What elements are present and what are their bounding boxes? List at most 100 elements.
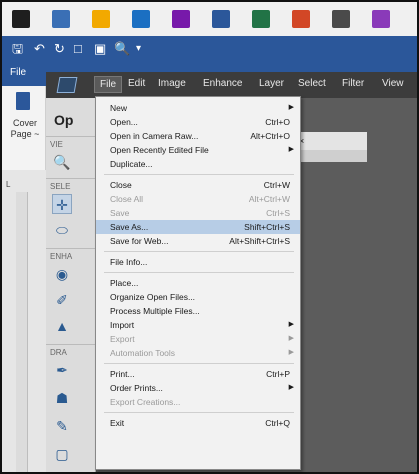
menu-edit[interactable]: Edit <box>128 78 145 89</box>
new-doc-icon[interactable]: □ <box>74 41 82 57</box>
menu-item-open[interactable]: Open... Ctrl+O <box>96 115 300 129</box>
paint-bucket-icon[interactable]: ☗ <box>52 388 72 408</box>
menu-item-label: Process Multiple Files... <box>110 306 200 316</box>
brush-tool-icon[interactable]: ✒ <box>52 360 72 380</box>
outlook-icon[interactable] <box>132 10 150 28</box>
zoom-icon[interactable]: 🔍 <box>114 41 130 57</box>
menu-item-organize-open-files[interactable]: Organize Open Files... <box>96 290 300 304</box>
pen-tool-icon[interactable] <box>52 10 70 28</box>
menu-item-label: Open... <box>110 117 138 127</box>
menu-item-shortcut: Ctrl+Q <box>265 418 290 428</box>
zoom-tool-icon[interactable]: 🔍 <box>52 152 72 172</box>
menu-item-label: Order Prints... <box>110 383 163 393</box>
menu-item-close-all: Close All Alt+Ctrl+W <box>96 192 300 206</box>
menu-item-shortcut: Ctrl+P <box>266 369 290 379</box>
tab-file[interactable]: File <box>10 67 26 78</box>
cover-page-icon[interactable] <box>16 92 30 110</box>
menu-item-open-recently-edited-file[interactable]: Open Recently Edited File ▶ <box>96 143 300 157</box>
menu-item-label: Close <box>110 180 132 190</box>
skype-icon[interactable] <box>372 10 390 28</box>
menu-item-close[interactable]: Close Ctrl+W <box>96 178 300 192</box>
menu-item-label: Save As... <box>110 222 149 232</box>
draw-section-label: DRA <box>50 348 67 357</box>
menu-item-label: Export Creations... <box>110 397 181 407</box>
menu-item-shortcut: Alt+Ctrl+O <box>250 131 290 141</box>
menu-item-export-creations: Export Creations... <box>96 395 300 409</box>
menu-item-save-as[interactable]: Save As... Shift+Ctrl+S <box>96 220 300 234</box>
submenu-arrow-icon: ▶ <box>288 349 294 356</box>
undo-icon[interactable]: ↶ <box>34 41 45 57</box>
menu-item-label: Open in Camera Raw... <box>110 131 199 141</box>
enhance-section-label: ENHA <box>50 252 73 261</box>
submenu-arrow-icon: ▶ <box>288 146 294 153</box>
powerpoint-icon[interactable] <box>292 10 310 28</box>
redo-icon[interactable]: ↻ <box>54 41 65 57</box>
menu-item-file-info[interactable]: File Info... <box>96 255 300 269</box>
menu-image[interactable]: Image <box>158 78 186 89</box>
menu-item-process-multiple-files[interactable]: Process Multiple Files... <box>96 304 300 318</box>
divider <box>46 178 96 179</box>
menu-view[interactable]: View <box>382 78 404 89</box>
red-eye-tool-icon[interactable]: ◉ <box>52 264 72 284</box>
menu-file[interactable]: File <box>94 76 123 93</box>
shape-tool-icon[interactable]: ▢ <box>52 444 72 464</box>
calculator-icon[interactable] <box>332 10 350 28</box>
pse-tools-panel: Op VIE 🔍 SELE ✛ ⬭ ENHA ◉ ✐ ▲ DRA ✒ ☗ ✎ ▢ <box>46 98 96 472</box>
menu-item-new[interactable]: New ▶ <box>96 101 300 115</box>
menu-item-save-for-web[interactable]: Save for Web... Alt+Shift+Ctrl+S <box>96 234 300 248</box>
excel-icon[interactable] <box>252 10 270 28</box>
menu-item-label: New <box>110 103 128 113</box>
divider <box>46 344 96 345</box>
menu-item-import[interactable]: Import ▶ <box>96 318 300 332</box>
paint-icon[interactable] <box>92 10 110 28</box>
menu-item-label: Export <box>110 334 135 344</box>
taskbar <box>2 2 417 36</box>
menu-item-label: Print... <box>110 369 135 379</box>
move-tool-icon[interactable]: ✛ <box>52 194 72 214</box>
menu-enhance[interactable]: Enhance <box>203 78 242 89</box>
cover-page-button[interactable]: Cover Page ~ <box>6 118 44 140</box>
menu-item-label: Import <box>110 320 135 330</box>
menu-item-duplicate[interactable]: Duplicate... <box>96 157 300 171</box>
menu-item-shortcut: Alt+Shift+Ctrl+S <box>229 236 290 246</box>
menu-item-order-prints[interactable]: Order Prints... ▶ <box>96 381 300 395</box>
save-icon[interactable]: 🖫 <box>12 41 23 57</box>
menu-item-shortcut: Ctrl+W <box>263 180 290 190</box>
menu-separator <box>104 251 294 252</box>
menu-item-label: Exit <box>110 418 125 428</box>
print-preview-icon[interactable]: ▣ <box>94 41 106 57</box>
menu-item-save: Save Ctrl+S <box>96 206 300 220</box>
menu-separator <box>104 272 294 273</box>
menu-filter[interactable]: Filter <box>342 78 364 89</box>
menu-item-label: Open Recently Edited File <box>110 145 209 155</box>
word-icon[interactable] <box>212 10 230 28</box>
word-ribbon: Cover Page ~ <box>2 86 46 170</box>
menu-item-automation-tools: Automation Tools ▶ <box>96 346 300 360</box>
lasso-tool-icon[interactable]: ⬭ <box>52 220 72 240</box>
menu-item-print[interactable]: Print... Ctrl+P <box>96 367 300 381</box>
pse-logo-icon <box>56 77 78 93</box>
word-document-area: L <box>2 170 46 472</box>
pse-menubar: File Edit Image Enhance Layer Select Fil… <box>46 72 417 98</box>
word-title-bar: 🖫 ↶ ↻ □ ▣ 🔍 ▾ <box>2 36 417 62</box>
pencil-tool-icon[interactable]: ✎ <box>52 416 72 436</box>
menu-item-export: Export ▶ <box>96 332 300 346</box>
ruler-tab-stop: L <box>6 180 11 189</box>
menu-item-place[interactable]: Place... <box>96 276 300 290</box>
menu-item-shortcut: Alt+Ctrl+W <box>248 194 290 204</box>
menu-item-open-in-camera-raw[interactable]: Open in Camera Raw... Alt+Ctrl+O <box>96 129 300 143</box>
menu-separator <box>104 412 294 413</box>
menu-select[interactable]: Select <box>298 78 326 89</box>
menu-item-exit[interactable]: Exit Ctrl+Q <box>96 416 300 430</box>
menu-layer[interactable]: Layer <box>259 78 284 89</box>
menu-item-label: Close All <box>110 194 144 204</box>
blur-tool-icon[interactable]: ▲ <box>52 316 72 336</box>
file-menu-dropdown: New ▶ Open... Ctrl+O Open in Camera Raw... Al… <box>95 96 301 470</box>
menu-item-label: Save <box>110 208 130 218</box>
menu-item-shortcut: Ctrl+O <box>265 117 290 127</box>
customize-icon[interactable]: ▾ <box>136 41 141 57</box>
onenote-icon[interactable] <box>172 10 190 28</box>
app-grid-icon[interactable] <box>12 10 30 28</box>
healing-brush-icon[interactable]: ✐ <box>52 290 72 310</box>
select-section-label: SELE <box>50 182 71 191</box>
